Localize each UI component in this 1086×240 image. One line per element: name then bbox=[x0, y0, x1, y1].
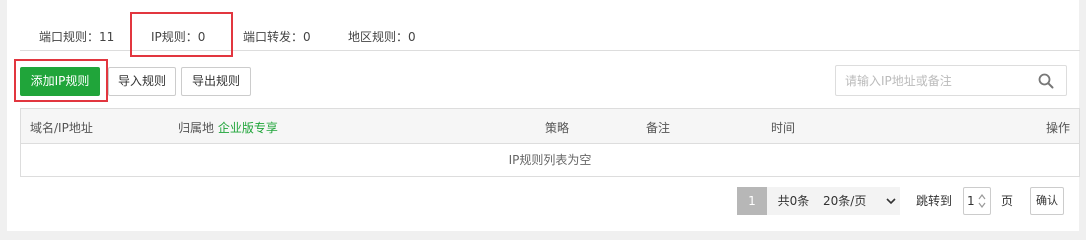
page-current[interactable]: 1 bbox=[737, 187, 767, 215]
spinner-arrows-icon[interactable] bbox=[978, 193, 986, 209]
column-remark: 备注 bbox=[646, 121, 671, 135]
firewall-panel: 端口规则：11 IP规则：0 端口转发：0 地区规则：0 添加IP规则 导入规则… bbox=[7, 0, 1080, 231]
search-icon[interactable] bbox=[1038, 73, 1054, 89]
import-rules-button[interactable]: 导入规则 bbox=[108, 67, 176, 96]
search-box bbox=[835, 65, 1067, 96]
column-actions: 操作 bbox=[1045, 121, 1070, 135]
column-time: 时间 bbox=[771, 121, 796, 135]
total-count: 共0条 bbox=[767, 187, 820, 215]
export-rules-button[interactable]: 导出规则 bbox=[181, 67, 251, 96]
chevron-down-icon bbox=[886, 198, 896, 205]
page-size-value: 20条/页 bbox=[823, 194, 867, 208]
highlight-box-ip-tab bbox=[130, 12, 233, 57]
page-size-select[interactable]: 20条/页 bbox=[820, 187, 900, 215]
enterprise-only-link[interactable]: 企业版专享 bbox=[218, 121, 278, 135]
jump-page-value: 1 bbox=[967, 194, 975, 208]
jump-page-input[interactable]: 1 bbox=[963, 187, 991, 215]
jump-label: 跳转到 bbox=[916, 194, 953, 208]
confirm-jump-button[interactable]: 确认 bbox=[1030, 187, 1064, 215]
tab-region-rules[interactable]: 地区规则：0 bbox=[348, 28, 416, 45]
column-policy: 策略 bbox=[545, 121, 570, 135]
ip-rules-table: 域名/IP地址 归属地 企业版专享 策略 备注 时间 操作 IP规则列表为空 bbox=[20, 108, 1080, 177]
table-header: 域名/IP地址 归属地 企业版专享 策略 备注 时间 操作 bbox=[21, 109, 1079, 144]
search-input[interactable] bbox=[836, 66, 1032, 95]
empty-state: IP规则列表为空 bbox=[508, 153, 592, 167]
tab-port-forward[interactable]: 端口转发：0 bbox=[243, 28, 311, 45]
page-unit-label: 页 bbox=[1001, 194, 1014, 208]
column-location: 归属地 企业版专享 bbox=[178, 119, 278, 136]
highlight-box-add-button bbox=[14, 59, 108, 102]
column-domain-ip: 域名/IP地址 bbox=[30, 121, 93, 135]
column-location-label: 归属地 bbox=[178, 121, 215, 135]
tab-port-rules[interactable]: 端口规则：11 bbox=[39, 28, 114, 45]
